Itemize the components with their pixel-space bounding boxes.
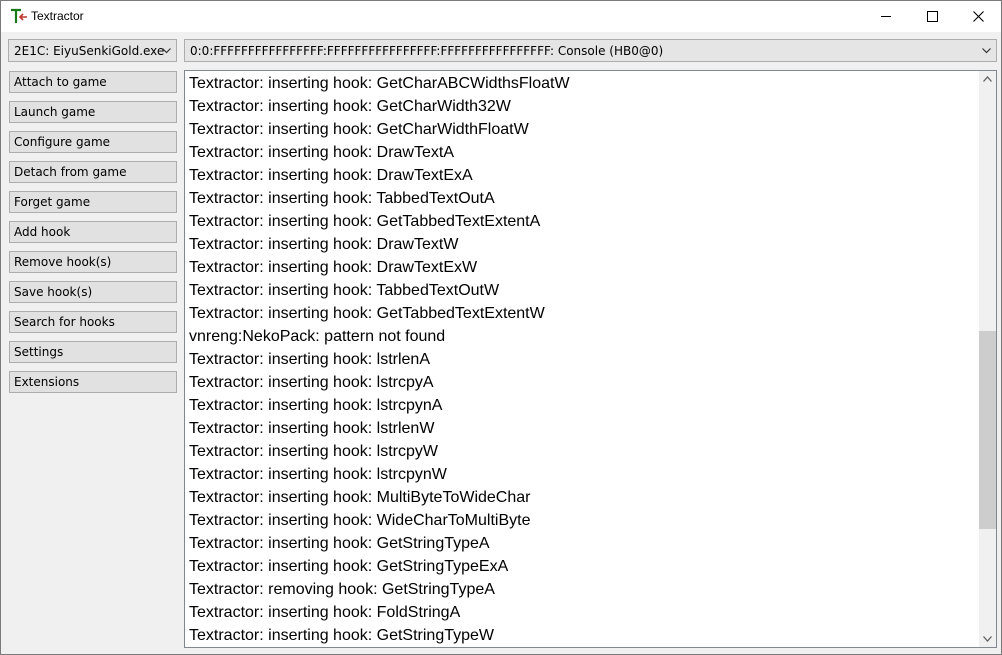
console-line: Textractor: inserting hook: GetTabbedTex… [189, 213, 541, 230]
console-line: Textractor: inserting hook: DrawTextExA [189, 167, 473, 184]
console-line: Textractor: inserting hook: TabbedTextOu… [189, 190, 495, 207]
button-label: Configure game [14, 135, 111, 149]
console-line: Textractor: inserting hook: GetCharWidth… [189, 121, 529, 138]
button-label: Extensions [14, 375, 80, 389]
title-bar[interactable]: Textractor [1, 1, 1001, 32]
console-line: Textractor: inserting hook: lstrcpynA [189, 397, 443, 414]
console-line: Textractor: inserting hook: GetTabbedTex… [189, 305, 545, 322]
configure-game-button[interactable]: Configure game [9, 131, 177, 153]
button-label: Settings [14, 345, 64, 359]
console-line: Textractor: inserting hook: TabbedTextOu… [189, 282, 500, 299]
search-for-hooks-button[interactable]: Search for hooks [9, 311, 177, 333]
console-line: Textractor: removing hook: GetStringType… [189, 581, 495, 598]
close-icon [973, 11, 984, 22]
close-button[interactable] [955, 1, 1001, 32]
process-selector[interactable]: 2E1C: EiyuSenkiGold.exe [8, 39, 177, 62]
console-line: Textractor: inserting hook: GetCharWidth… [189, 98, 511, 115]
vertical-scrollbar[interactable] [979, 71, 996, 647]
console-line: Textractor: inserting hook: GetCharABCWi… [189, 75, 570, 92]
settings-button[interactable]: Settings [9, 341, 177, 363]
button-label: Forget game [14, 195, 91, 209]
console-line: Textractor: inserting hook: DrawTextA [189, 144, 454, 161]
detach-from-game-button[interactable]: Detach from game [9, 161, 177, 183]
attach-to-game-button[interactable]: Attach to game [9, 71, 177, 93]
console-line: Textractor: inserting hook: lstrcpynW [189, 466, 447, 483]
scroll-down-arrow-icon[interactable] [983, 636, 992, 642]
console-line: Textractor: inserting hook: FoldStringA [189, 604, 461, 621]
button-label: Launch game [14, 105, 96, 119]
console-line: Textractor: inserting hook: lstrlenW [189, 420, 435, 437]
maximize-button[interactable] [909, 1, 955, 32]
console-line: Textractor: inserting hook: DrawTextW [189, 236, 459, 253]
thread-selector-value: 0:0:FFFFFFFFFFFFFFFF:FFFFFFFFFFFFFFFF:FF… [190, 44, 664, 58]
textractor-app-icon [11, 8, 27, 23]
process-selector-value: 2E1C: EiyuSenkiGold.exe [14, 44, 165, 58]
minimize-icon [881, 16, 891, 17]
textractor-window: Textractor 2E1C: EiyuSenkiGold.exe 0:0:F… [0, 0, 1002, 655]
forget-game-button[interactable]: Forget game [9, 191, 177, 213]
chevron-down-icon [982, 48, 991, 54]
button-label: Save hook(s) [14, 285, 93, 299]
button-label: Add hook [14, 225, 71, 239]
button-label: Remove hook(s) [14, 255, 112, 269]
console-line: Textractor: inserting hook: WideCharToMu… [189, 512, 531, 529]
button-label: Attach to game [14, 75, 107, 89]
window-title: Textractor [31, 9, 84, 23]
console-line: Textractor: inserting hook: MultiByteToW… [189, 489, 531, 506]
save-hooks-button[interactable]: Save hook(s) [9, 281, 177, 303]
console-line: Textractor: inserting hook: lstrlenA [189, 351, 430, 368]
add-hook-button[interactable]: Add hook [9, 221, 177, 243]
button-label: Search for hooks [14, 315, 115, 329]
console-line: vnreng:NekoPack: pattern not found [189, 328, 446, 345]
minimize-button[interactable] [863, 1, 909, 32]
console-line: Textractor: inserting hook: DrawTextExW [189, 259, 478, 276]
chevron-down-icon [162, 48, 171, 54]
console-lines: Textractor: inserting hook: GetCharABCWi… [189, 72, 977, 647]
remove-hooks-button[interactable]: Remove hook(s) [9, 251, 177, 273]
button-label: Detach from game [14, 165, 127, 179]
scroll-up-arrow-icon[interactable] [983, 76, 992, 82]
console-line: Textractor: inserting hook: GetStringTyp… [189, 627, 495, 644]
console-line: Textractor: inserting hook: GetStringTyp… [189, 535, 490, 552]
console-line: Textractor: inserting hook: GetStringTyp… [189, 558, 509, 575]
console-line: Textractor: inserting hook: lstrcpyW [189, 443, 438, 460]
console-line: Textractor: inserting hook: lstrcpyA [189, 374, 434, 391]
thread-selector[interactable]: 0:0:FFFFFFFFFFFFFFFF:FFFFFFFFFFFFFFFF:FF… [184, 39, 997, 62]
maximize-icon [927, 11, 938, 22]
launch-game-button[interactable]: Launch game [9, 101, 177, 123]
console-output[interactable]: Textractor: inserting hook: GetCharABCWi… [184, 70, 997, 648]
scrollbar-thumb[interactable] [979, 331, 996, 529]
extensions-button[interactable]: Extensions [9, 371, 177, 393]
